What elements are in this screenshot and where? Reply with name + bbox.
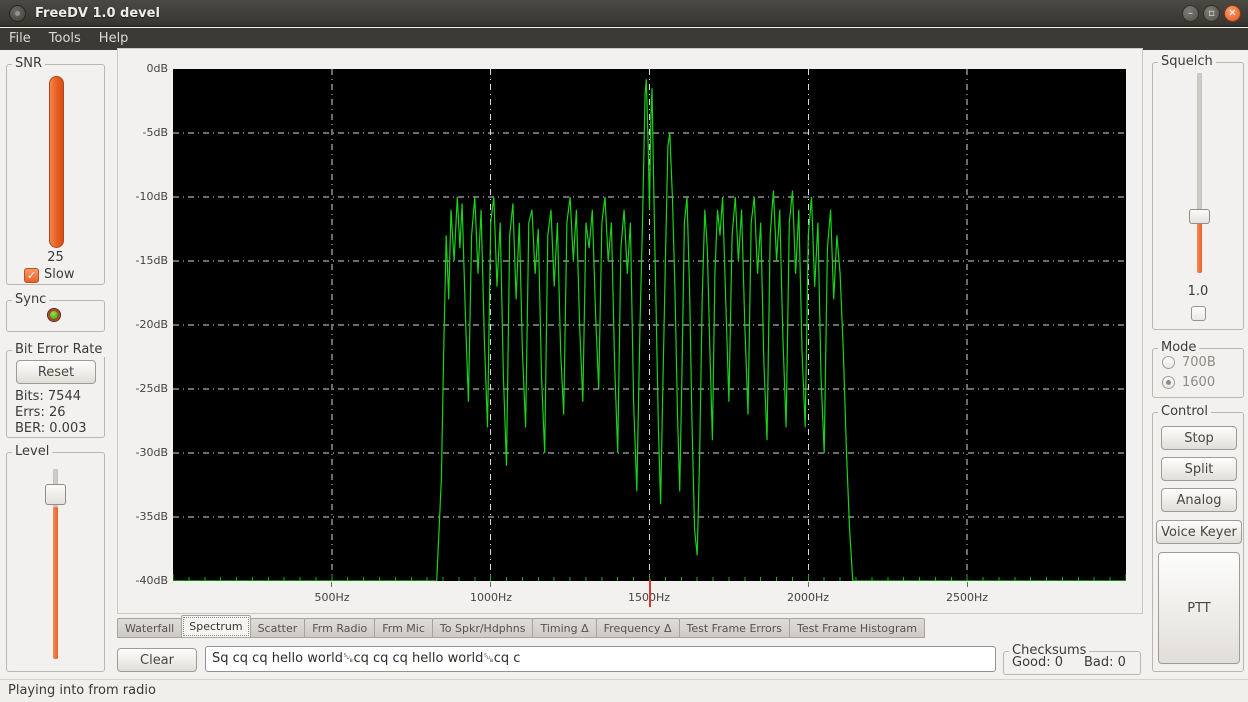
- tab-spectrum[interactable]: Spectrum: [181, 615, 250, 638]
- mode-group: Mode 700B 1600: [1152, 348, 1244, 398]
- tab-test-frame-histogram[interactable]: Test Frame Histogram: [789, 618, 925, 638]
- x-tick-label: 500Hz: [300, 591, 364, 604]
- menubar: File Tools Help: [0, 28, 1248, 50]
- snr-group-label: SNR: [12, 56, 45, 71]
- snr-slow-label: Slow: [44, 267, 74, 282]
- y-tick-label: -25dB: [118, 382, 168, 395]
- analog-button[interactable]: Analog: [1161, 488, 1237, 512]
- tab-frm-radio[interactable]: Frm Radio: [304, 618, 375, 638]
- squelch-slider-handle[interactable]: [1189, 209, 1210, 224]
- control-group-label: Control: [1158, 404, 1211, 419]
- y-tick-label: -20dB: [118, 318, 168, 331]
- mode-group-label: Mode: [1158, 340, 1199, 355]
- ber-bits: Bits: 7544: [15, 389, 81, 404]
- spectrum-plot-panel: 0dB -5dB -10dB -15dB -20dB -25dB -30dB -…: [117, 48, 1143, 614]
- squelch-slider-fill: [1197, 223, 1202, 273]
- control-group: Control Stop Split Analog Voice Keyer PT…: [1152, 412, 1244, 672]
- level-group: Level: [6, 452, 105, 672]
- mode-700b-label: 700B: [1182, 355, 1216, 370]
- sync-led-icon: [48, 309, 60, 321]
- clear-button[interactable]: Clear: [117, 648, 197, 672]
- tab-frm-mic[interactable]: Frm Mic: [374, 618, 433, 638]
- mode-radio-700b[interactable]: [1162, 356, 1175, 369]
- level-group-label: Level: [12, 444, 52, 459]
- ber-errs: Errs: 26: [15, 405, 66, 420]
- close-button[interactable]: ✕: [1224, 5, 1241, 22]
- squelch-value: 1.0: [1153, 284, 1243, 299]
- y-tick-label: 0dB: [118, 62, 168, 75]
- rx-text-field[interactable]: Sq cq cq hello world␚cq cq cq hello worl…: [205, 646, 996, 672]
- plot-tabs: Waterfall Spectrum Scatter Frm Radio Frm…: [117, 615, 1143, 638]
- stop-button[interactable]: Stop: [1161, 426, 1237, 450]
- center-frequency-marker: [649, 579, 651, 607]
- tab-waterfall[interactable]: Waterfall: [117, 618, 182, 638]
- window-title: FreeDV 1.0 devel: [35, 0, 160, 27]
- sync-group: Sync: [6, 300, 105, 332]
- x-tick-label: 2000Hz: [776, 591, 840, 604]
- ber-value: BER: 0.003: [15, 421, 87, 436]
- spectrum-svg: [173, 69, 1126, 581]
- x-axis-tick: [331, 582, 332, 587]
- y-tick-label: -10dB: [118, 190, 168, 203]
- spectrum-plot[interactable]: [173, 69, 1126, 581]
- app-icon: [9, 5, 26, 22]
- x-axis-tick: [490, 582, 491, 587]
- mode-radio-1600[interactable]: [1162, 376, 1175, 389]
- snr-slow-checkbox[interactable]: ✓: [24, 268, 39, 283]
- y-tick-label: -30dB: [118, 446, 168, 459]
- menu-file[interactable]: File: [0, 28, 40, 50]
- ber-group: Bit Error Rate Reset Bits: 7544 Errs: 26…: [6, 350, 105, 438]
- minimize-button[interactable]: –: [1182, 5, 1199, 22]
- level-slider-fill: [53, 507, 58, 659]
- ber-group-label: Bit Error Rate: [12, 342, 105, 357]
- squelch-checkbox[interactable]: [1191, 306, 1206, 321]
- snr-group: SNR 25 ✓ Slow: [6, 64, 105, 285]
- mode-1600-label: 1600: [1182, 375, 1215, 390]
- tab-frequency-delta[interactable]: Frequency Δ: [596, 618, 680, 638]
- squelch-group-label: Squelch: [1158, 54, 1216, 69]
- checksums-bad: Bad: 0: [1084, 655, 1126, 670]
- tab-scatter[interactable]: Scatter: [250, 618, 306, 638]
- x-axis-tick: [808, 582, 809, 587]
- y-tick-label: -40dB: [118, 574, 168, 587]
- y-tick-label: -5dB: [118, 126, 168, 139]
- x-axis-tick: [967, 582, 968, 587]
- tab-to-spkr-hdphns[interactable]: To Spkr/Hdphns: [432, 618, 534, 638]
- x-tick-label: 1000Hz: [459, 591, 523, 604]
- snr-value: 25: [7, 250, 104, 265]
- y-tick-label: -35dB: [118, 510, 168, 523]
- x-tick-label: 2500Hz: [935, 591, 999, 604]
- checksums-good: Good: 0: [1012, 655, 1063, 670]
- tab-timing-delta[interactable]: Timing Δ: [532, 618, 596, 638]
- level-slider-handle[interactable]: [45, 484, 66, 505]
- menu-help[interactable]: Help: [90, 28, 138, 50]
- sync-group-label: Sync: [12, 292, 49, 307]
- voice-keyer-button[interactable]: Voice Keyer: [1156, 520, 1242, 544]
- freedv-window: FreeDV 1.0 devel – ▫ ✕ File Tools Help S…: [0, 0, 1248, 702]
- tab-test-frame-errors[interactable]: Test Frame Errors: [679, 618, 790, 638]
- checksums-group: Checksums Good: 0 Bad: 0: [1003, 651, 1141, 675]
- titlebar[interactable]: FreeDV 1.0 devel – ▫ ✕: [0, 0, 1248, 27]
- maximize-button[interactable]: ▫: [1203, 5, 1220, 22]
- reset-button[interactable]: Reset: [16, 360, 96, 384]
- y-tick-label: -15dB: [118, 254, 168, 267]
- ptt-button[interactable]: PTT: [1158, 552, 1240, 664]
- split-button[interactable]: Split: [1161, 457, 1237, 481]
- snr-gauge: [49, 76, 64, 248]
- menu-tools[interactable]: Tools: [40, 28, 90, 50]
- squelch-group: Squelch 1.0: [1152, 62, 1244, 330]
- status-bar: Playing into from radio: [0, 679, 1248, 702]
